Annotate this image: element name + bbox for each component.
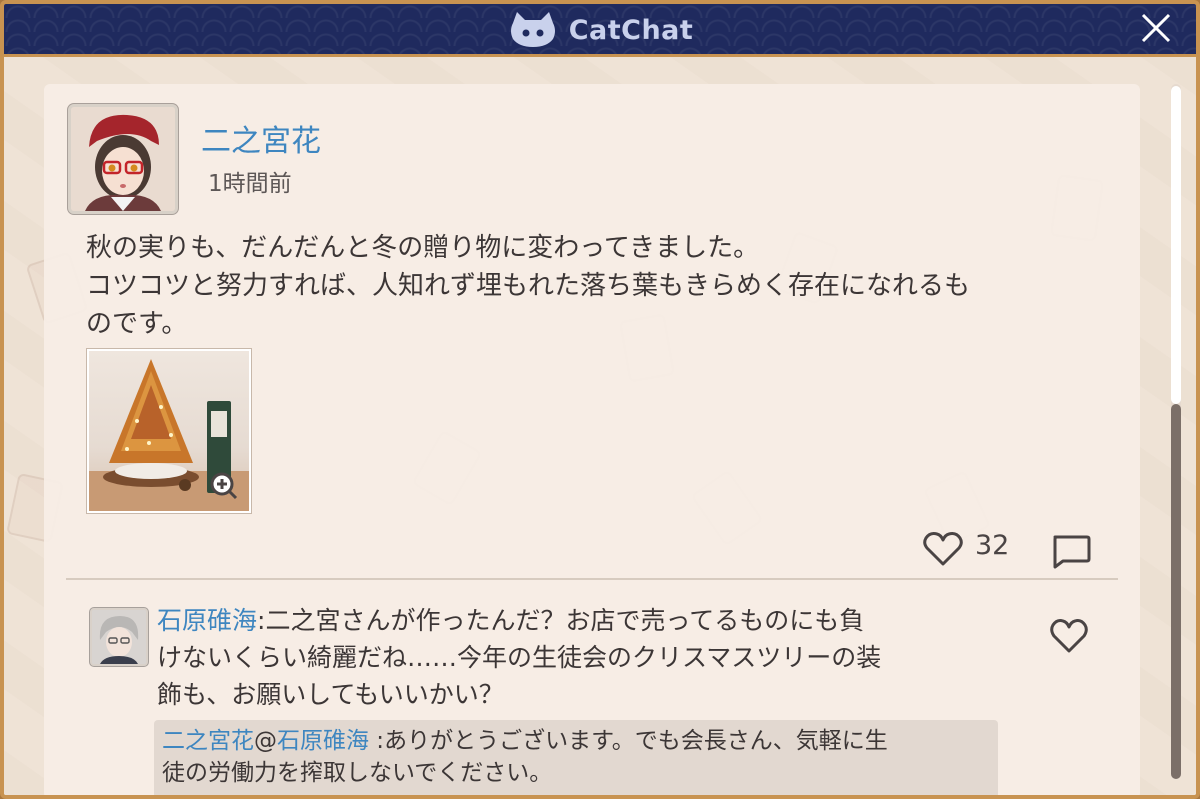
cat-face-icon [510, 12, 555, 47]
reply-author[interactable]: 二之宮花 [162, 728, 254, 754]
post-divider [66, 578, 1118, 580]
comment-text: 石原碓海:二之宮さんが作ったんだ？お店で売ってるものにも負 けないくらい綺麗だね… [157, 602, 1007, 713]
like-heart-icon[interactable] [922, 531, 964, 567]
zoom-in-icon[interactable] [209, 471, 239, 501]
comment-line: けないくらい綺麗だね……今年の生徒会のクリスマスツリーの装 [157, 643, 882, 672]
commenter-portrait [92, 610, 146, 664]
reply-at-sign: @ [254, 728, 277, 754]
comment-line: 飾も、お願いしてもいいかい？ [157, 680, 504, 709]
comment-author[interactable]: 石原碓海 [157, 606, 257, 635]
post-image-thumbnail[interactable] [87, 349, 251, 513]
avatar-portrait [71, 107, 175, 211]
post-body-line: 秋の実りも、だんだんと冬の贈り物に変わってきました。 [86, 233, 760, 263]
scrollbar-lower-track [1171, 404, 1181, 779]
post-body-line: のです。 [86, 309, 188, 339]
like-count: 32 [975, 530, 1010, 561]
app-window: CatChat 二之宮花 1時間前 秋の実りも、だんだんと冬の贈り物に変わってき… [0, 0, 1200, 799]
reply-line: ありがとうございます。でも会長さん、気軽に生 [384, 728, 888, 754]
reply-text: 二之宮花@石原碓海 :ありがとうございます。でも会長さん、気軽に生 徒の労働力を… [162, 725, 992, 789]
scrollbar-thumb[interactable] [1171, 86, 1181, 404]
reply-line: 徒の労働力を搾取しないでください。 [162, 760, 553, 786]
title-bar: CatChat [4, 4, 1196, 57]
post-body-line: コツコツと努力すれば、人知れず埋もれた落ち葉もきらめく存在になれるも [86, 271, 971, 301]
comment-like-heart-icon[interactable] [1049, 618, 1089, 654]
comment-line: 二之宮さんが作ったんだ？お店で売ってるものにも負 [265, 606, 865, 635]
author-avatar[interactable] [68, 104, 178, 214]
close-icon[interactable] [1138, 10, 1174, 46]
post-timestamp: 1時間前 [208, 171, 292, 197]
commenter-avatar[interactable] [90, 608, 148, 666]
title-group: CatChat [4, 12, 1196, 48]
reply-mention[interactable]: 石原碓海 [277, 728, 369, 754]
comment-bubble-icon[interactable] [1051, 533, 1091, 569]
reply-separator: : [369, 728, 385, 754]
post-body: 秋の実りも、だんだんと冬の贈り物に変わってきました。 コツコツと努力すれば、人知… [86, 229, 1086, 343]
author-name[interactable]: 二之宮花 [201, 116, 321, 160]
app-title: CatChat [568, 14, 694, 46]
